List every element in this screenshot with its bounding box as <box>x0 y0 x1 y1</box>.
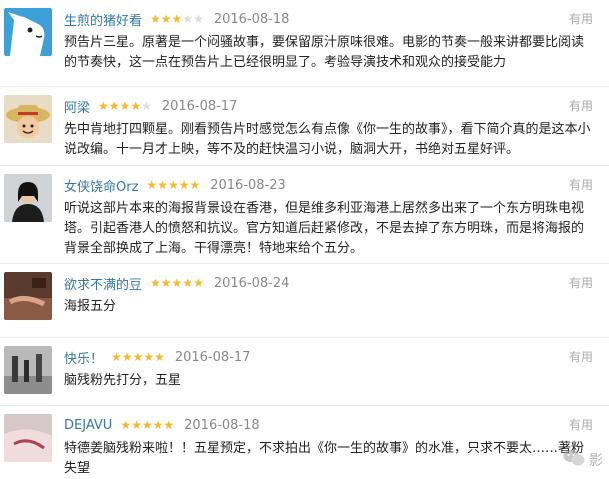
star-filled-icon: ★ <box>111 350 122 364</box>
review-meta: 女侠饶命Orz ★ ★ ★ ★ ★ 2016-08-23 <box>64 176 286 195</box>
review-text: 听说这部片本来的海报背景设在香港，但是维多利亚海港上居然多出来了一个东方明珠电视… <box>64 201 585 256</box>
useful-button[interactable]: 有用 <box>569 274 593 291</box>
username-link[interactable]: 欲求不满的豆 <box>64 274 142 293</box>
star-empty-icon: ★ <box>141 99 152 113</box>
star-filled-icon: ★ <box>150 12 161 26</box>
useful-button[interactable]: 有用 <box>569 176 593 193</box>
review-meta: DEJAVU ★ ★ ★ ★ ★ 2016-08-18 <box>64 416 260 434</box>
star-filled-icon: ★ <box>119 99 131 113</box>
star-filled-icon: ★ <box>154 350 165 364</box>
star-filled-icon: ★ <box>98 99 109 113</box>
username-link[interactable]: 生煎的猪好看 <box>64 10 142 29</box>
star-filled-icon: ★ <box>182 276 194 290</box>
star-filled-icon: ★ <box>141 418 153 432</box>
review-date: 2016-08-17 <box>174 349 251 365</box>
review-meta: 欲求不满的豆 ★ ★ ★ ★ ★ 2016-08-24 <box>64 274 290 293</box>
rating-stars: ★ ★ ★ ★ ★ <box>98 100 152 112</box>
star-filled-icon: ★ <box>189 178 201 192</box>
review-meta: 生煎的猪好看 ★ ★ ★ ★ ★ 2016-08-18 <box>64 10 290 29</box>
star-filled-icon: ★ <box>171 276 183 290</box>
rating-stars: ★ ★ ★ ★ ★ <box>120 419 174 431</box>
review-item: 生煎的猪好看 ★ ★ ★ ★ ★ 2016-08-18 有用 预告片三星。原著是一个闷骚… <box>0 0 609 87</box>
review-text: 先中肯地打四颗星。刚看预告片时感觉怎么有点像《你一生的故事》，看下简介真的是这本… <box>64 122 591 157</box>
avatar[interactable] <box>4 272 52 320</box>
star-filled-icon: ★ <box>167 178 179 192</box>
avatar[interactable] <box>4 95 52 143</box>
useful-button[interactable]: 有用 <box>569 10 593 27</box>
review-item: 女侠饶命Orz ★ ★ ★ ★ ★ 2016-08-23 有用 听说这部片本来的海报背景… <box>0 166 609 264</box>
avatar[interactable] <box>4 346 52 394</box>
review-meta: 阿梁 ★ ★ ★ ★ ★ 2016-08-17 <box>64 97 238 116</box>
star-filled-icon: ★ <box>108 99 120 113</box>
username-link[interactable]: 快乐！ <box>64 348 103 367</box>
star-filled-icon: ★ <box>130 99 142 113</box>
rating-stars: ★ ★ ★ ★ ★ <box>146 179 200 191</box>
star-filled-icon: ★ <box>157 178 168 192</box>
review-item: 欲求不满的豆 ★ ★ ★ ★ ★ 2016-08-24 有用 海报五分 <box>0 264 609 338</box>
useful-button[interactable]: 有用 <box>569 416 593 433</box>
star-filled-icon: ★ <box>152 418 164 432</box>
avatar[interactable] <box>4 414 52 462</box>
star-empty-icon: ★ <box>193 12 204 26</box>
star-filled-icon: ★ <box>171 12 183 26</box>
username-link[interactable]: DEJAVU <box>64 418 112 433</box>
review-text: 特德姜脑残粉来啦！！五星预定，不求拍出《你一生的故事》的水准，只求不要太……著粉… <box>64 441 585 476</box>
star-filled-icon: ★ <box>160 12 172 26</box>
star-filled-icon: ★ <box>163 418 175 432</box>
star-empty-icon: ★ <box>182 12 194 26</box>
review-date: 2016-08-23 <box>210 177 286 193</box>
wechat-icon <box>563 449 585 471</box>
star-filled-icon: ★ <box>150 276 161 290</box>
review-date: 2016-08-17 <box>161 98 238 114</box>
review-date: 2016-08-18 <box>213 11 290 27</box>
rating-stars: ★ ★ ★ ★ ★ <box>111 351 165 363</box>
avatar[interactable] <box>4 8 52 56</box>
star-filled-icon: ★ <box>120 418 132 432</box>
review-item: DEJAVU ★ ★ ★ ★ ★ 2016-08-18 有用 特德姜脑残粉来啦！！五星预… <box>0 406 609 476</box>
rating-stars: ★ ★ ★ ★ ★ <box>150 277 204 289</box>
username-link[interactable]: 阿梁 <box>64 97 90 116</box>
useful-button[interactable]: 有用 <box>569 348 593 365</box>
review-text: 预告片三星。原著是一个闷骚故事，要保留原汁原味很难。电影的节奏一般来讲都要比阅读… <box>64 35 585 70</box>
review-item: 阿梁 ★ ★ ★ ★ ★ 2016-08-17 有用 先中肯地打四颗星。刚看预告片时感觉… <box>0 87 609 166</box>
star-filled-icon: ★ <box>193 276 204 290</box>
review-item: 快乐！ ★ ★ ★ ★ ★ 2016-08-17 有用 脑残粉先打分，五星 <box>0 338 609 406</box>
review-date: 2016-08-24 <box>213 275 290 291</box>
review-text: 海报五分 <box>64 299 117 314</box>
useful-button[interactable]: 有用 <box>569 97 593 114</box>
watermark-text: 影 <box>589 453 603 469</box>
review-text: 脑残粉先打分，五星 <box>64 373 182 388</box>
star-filled-icon: ★ <box>143 350 155 364</box>
star-filled-icon: ★ <box>121 350 133 364</box>
review-date: 2016-08-18 <box>184 417 260 433</box>
avatar[interactable] <box>4 174 52 222</box>
star-filled-icon: ★ <box>146 178 158 192</box>
star-filled-icon: ★ <box>178 178 190 192</box>
review-meta: 快乐！ ★ ★ ★ ★ ★ 2016-08-17 <box>64 348 251 367</box>
star-filled-icon: ★ <box>160 276 172 290</box>
watermark: 影 <box>563 449 603 471</box>
rating-stars: ★ ★ ★ ★ ★ <box>150 13 204 25</box>
star-filled-icon: ★ <box>132 350 144 364</box>
username-link[interactable]: 女侠饶命Orz <box>64 176 138 195</box>
star-filled-icon: ★ <box>131 418 142 432</box>
review-list: 生煎的猪好看 ★ ★ ★ ★ ★ 2016-08-18 有用 预告片三星。原著是一个闷骚… <box>0 0 609 476</box>
